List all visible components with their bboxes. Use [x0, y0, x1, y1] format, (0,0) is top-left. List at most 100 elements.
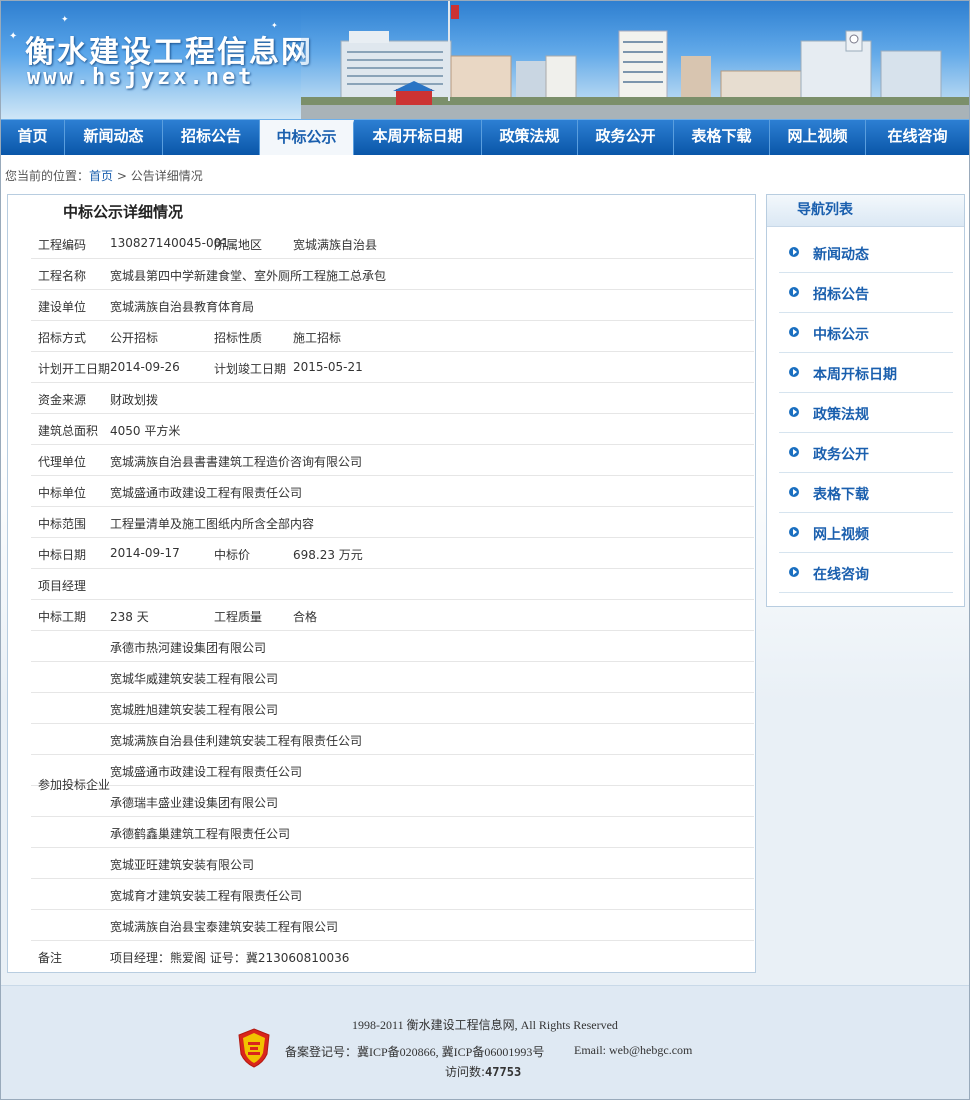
win-date-label: 中标日期: [38, 548, 87, 562]
bidder-name: 宽城胜旭建筑安装工程有限公司: [110, 703, 279, 717]
sidebar-item-label: 政务公开: [813, 447, 869, 463]
page-title: 中标公示详细情况: [63, 203, 184, 221]
detail-row-duration: 中标工期 238 天 工程质量 合格: [31, 600, 754, 631]
nav-item-tender-notice[interactable]: 招标公告: [163, 120, 260, 155]
builder-label: 建设单位: [38, 300, 87, 314]
main-nav: 首页 新闻动态 招标公告 中标公示 本周开标日期 政策法规 政务公开 表格下载 …: [1, 119, 969, 155]
area-value: 4050 平方米: [110, 424, 181, 438]
bidder-row: 宽城胜旭建筑安装工程有限公司: [31, 693, 754, 724]
project-name-value: 宽城县第四中学新建食堂、室外厕所工程施工总承包: [110, 269, 387, 283]
region-value: 宽城满族自治县: [293, 238, 378, 252]
sidebar-item-video[interactable]: 网上视频: [779, 513, 953, 553]
bidder-name: 承德市热河建设集团有限公司: [110, 641, 267, 655]
city-skyline-banner: [301, 1, 969, 119]
quality-value: 合格: [293, 610, 318, 624]
sidebar-item-gov-affairs[interactable]: 政务公开: [779, 433, 953, 473]
site-footer: 1998-2011 衡水建设工程信息网, All Rights Reserved…: [1, 985, 969, 1099]
arrow-right-icon: [789, 287, 799, 297]
start-date-label: 计划开工日期: [38, 362, 111, 376]
sidebar-item-tender-notice[interactable]: 招标公告: [779, 273, 953, 313]
arrow-right-icon: [789, 367, 799, 377]
bid-nature-value: 施工招标: [293, 331, 342, 345]
breadcrumb-home-link[interactable]: 首页: [89, 169, 113, 183]
agent-label: 代理单位: [38, 455, 87, 469]
sidebar-nav: 导航列表 新闻动态 招标公告 中标公示 本周开标日期 政策法规 政务公开 表格下…: [766, 194, 965, 607]
nav-item-home[interactable]: 首页: [1, 120, 65, 155]
bidder-name: 承德鹤鑫巢建筑工程有限责任公司: [110, 827, 291, 841]
detail-row-name: 工程名称 宽城县第四中学新建食堂、室外厕所工程施工总承包: [31, 259, 754, 290]
sidebar-item-label: 在线咨询: [813, 567, 869, 583]
sidebar-item-label: 网上视频: [813, 527, 869, 543]
bidder-name: 宽城盛通市政建设工程有限责任公司: [110, 765, 303, 779]
bidder-row: 承德市热河建设集团有限公司: [31, 631, 754, 662]
project-name-label: 工程名称: [38, 269, 87, 283]
project-code-value: 130827140045-001: [110, 236, 229, 250]
visit-counter: 访问数:47753: [445, 1063, 521, 1080]
area-label: 建筑总面积: [38, 424, 99, 438]
sidebar-item-label: 本周开标日期: [813, 367, 897, 383]
sidebar-item-forms[interactable]: 表格下载: [779, 473, 953, 513]
bidder-name: 宽城满族自治县佳利建筑安装工程有限责任公司: [110, 734, 363, 748]
arrow-right-icon: [789, 327, 799, 337]
bidder-row: 宽城满族自治县宝泰建筑安装工程有限公司: [31, 910, 754, 941]
bidders-label: 参加投标企业: [38, 778, 111, 792]
detail-row-win-date: 中标日期 2014-09-17 中标价 698.23 万元: [31, 538, 754, 569]
detail-row-scope: 中标范围 工程量清单及施工图纸内所含全部内容: [31, 507, 754, 538]
sidebar-item-consult[interactable]: 在线咨询: [779, 553, 953, 593]
sidebar-title: 导航列表: [767, 195, 964, 227]
duration-value: 238 天: [110, 610, 149, 624]
sidebar-item-label: 政策法规: [813, 407, 869, 423]
nav-item-video[interactable]: 网上视频: [770, 120, 866, 155]
nav-item-gov-affairs[interactable]: 政务公开: [578, 120, 674, 155]
sidebar-item-weekly-opening[interactable]: 本周开标日期: [779, 353, 953, 393]
detail-row-agent: 代理单位 宽城满族自治县書書建筑工程造价咨询有限公司: [31, 445, 754, 476]
nav-item-policy[interactable]: 政策法规: [482, 120, 578, 155]
bidder-row: 宽城亚旺建筑安装有限公司: [31, 848, 754, 879]
nav-item-forms[interactable]: 表格下载: [674, 120, 770, 155]
sidebar-item-award-notice[interactable]: 中标公示: [779, 313, 953, 353]
police-emblem-icon: [238, 1028, 270, 1068]
visit-counter-label: 访问数:: [445, 1065, 486, 1079]
nav-item-weekly-opening[interactable]: 本周开标日期: [354, 120, 482, 155]
detail-row-manager: 项目经理: [31, 569, 754, 600]
site-header: ✦ ✦ ✦ 衡水建设工程信息网 www.hsjyzx.net: [1, 1, 969, 119]
funding-label: 资金来源: [38, 393, 87, 407]
bid-method-value: 公开招标: [110, 331, 159, 345]
arrow-right-icon: [789, 407, 799, 417]
sidebar-item-label: 招标公告: [813, 287, 869, 303]
sidebar-item-label: 表格下载: [813, 487, 869, 503]
remark-label: 备注: [38, 951, 63, 965]
nav-item-news[interactable]: 新闻动态: [65, 120, 163, 155]
builder-value: 宽城满族自治县教育体育局: [110, 300, 255, 314]
page: ✦ ✦ ✦ 衡水建设工程信息网 www.hsjyzx.net 首页 新闻动态 招…: [0, 0, 970, 1100]
remark-value: 项目经理：熊爱阁 证号：冀213060810036: [110, 951, 350, 965]
detail-row-winner: 中标单位 宽城盛通市政建设工程有限责任公司: [31, 476, 754, 507]
sidebar-item-label: 新闻动态: [813, 247, 869, 263]
winner-label: 中标单位: [38, 486, 87, 500]
copyright-text: 1998-2011 衡水建设工程信息网, All Rights Reserved: [352, 1018, 618, 1032]
detail-row-builder: 建设单位 宽城满族自治县教育体育局: [31, 290, 754, 321]
bid-nature-label: 招标性质: [214, 331, 263, 345]
winner-value: 宽城盛通市政建设工程有限责任公司: [110, 486, 303, 500]
sidebar-item-policy[interactable]: 政策法规: [779, 393, 953, 433]
region-label: 所属地区: [214, 238, 263, 252]
breadcrumb-prefix: 您当前的位置：: [5, 169, 90, 183]
end-date-value: 2015-05-21: [293, 360, 363, 374]
detail-row-code: 工程编码 130827140045-001 所属地区 宽城满族自治县: [31, 228, 754, 259]
arrow-right-icon: [789, 247, 799, 257]
price-label: 中标价: [214, 548, 251, 562]
price-value: 698.23 万元: [293, 548, 363, 562]
duration-label: 中标工期: [38, 610, 87, 624]
bidder-row: 宽城满族自治县佳利建筑安装工程有限责任公司: [31, 724, 754, 755]
manager-label: 项目经理: [38, 579, 87, 593]
award-detail-panel: 中标公示详细情况 工程编码 130827140045-001 所属地区 宽城满族…: [7, 194, 756, 973]
bidder-row: 宽城华威建筑安装工程有限公司: [31, 662, 754, 693]
project-code-label: 工程编码: [38, 238, 87, 252]
breadcrumb-separator: >: [113, 169, 131, 183]
sidebar-item-news[interactable]: 新闻动态: [779, 233, 953, 273]
nav-item-award-notice[interactable]: 中标公示: [260, 120, 354, 155]
nav-item-consult[interactable]: 在线咨询: [866, 120, 969, 155]
bidder-row: 宽城育才建筑安装工程有限责任公司: [31, 879, 754, 910]
bidder-name: 宽城育才建筑安装工程有限责任公司: [110, 889, 303, 903]
contact-email: Email: web@hebgc.com: [574, 1043, 693, 1057]
